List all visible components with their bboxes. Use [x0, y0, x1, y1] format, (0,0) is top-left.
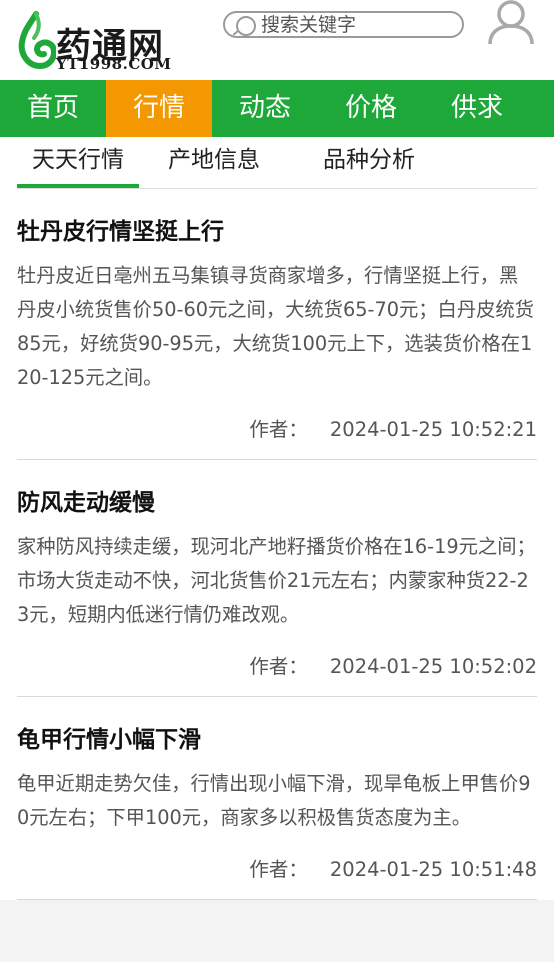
article-meta: 作者： 2024-01-25 10:52:02: [17, 638, 537, 696]
search-box[interactable]: [223, 11, 464, 38]
article-time: 2024-01-25 10:52:02: [329, 655, 537, 678]
nav-item-news[interactable]: 动态: [212, 80, 318, 137]
article-item[interactable]: 牡丹皮行情坚挺上行 牡丹皮近日亳州五马集镇寻货商家增多，行情坚挺上行，黑丹皮小统…: [17, 189, 537, 460]
article-time: 2024-01-25 10:52:21: [329, 418, 537, 441]
logo-domain: YT1998.COM: [56, 55, 172, 73]
main-nav: 首页 行情 动态 价格 供求: [0, 80, 554, 137]
author-label: 作者：: [249, 655, 308, 678]
article-item[interactable]: 龟甲行情小幅下滑 龟甲近期走势欠佳，行情出现小幅下滑，现旱龟板上甲售价90元左右…: [17, 697, 537, 900]
nav-item-home[interactable]: 首页: [0, 80, 106, 137]
article-title[interactable]: 牡丹皮行情坚挺上行: [17, 189, 537, 247]
nav-item-price[interactable]: 价格: [318, 80, 424, 137]
article-summary: 牡丹皮近日亳州五马集镇寻货商家增多，行情坚挺上行，黑丹皮小统货售价50-60元之…: [17, 264, 534, 389]
leaf-logo-icon: [18, 11, 56, 70]
search-input[interactable]: [261, 13, 457, 36]
site-logo[interactable]: 药通网 YT1998.COM: [14, 8, 189, 74]
nav-item-supply[interactable]: 供求: [424, 80, 530, 137]
article-summary: 家种防风持续走缓，现河北产地籽播货价格在16-19元之间；市场大货走动不快，河北…: [17, 535, 536, 626]
sub-tabs: 天天行情 产地信息 品种分析: [17, 137, 537, 189]
author-label: 作者：: [249, 418, 308, 441]
article-title[interactable]: 防风走动缓慢: [17, 460, 537, 518]
main-content: 天天行情 产地信息 品种分析 牡丹皮行情坚挺上行 牡丹皮近日亳州五马集镇寻货商家…: [0, 137, 554, 900]
author-label: 作者：: [249, 858, 308, 881]
article-title[interactable]: 龟甲行情小幅下滑: [17, 697, 537, 755]
tab-daily-market[interactable]: 天天行情: [17, 137, 139, 188]
user-icon[interactable]: [485, 0, 537, 46]
article-meta: 作者： 2024-01-25 10:51:48: [17, 841, 537, 899]
article-summary: 龟甲近期走势欠佳，行情出现小幅下滑，现旱龟板上甲售价90元左右；下甲100元，商…: [17, 772, 531, 829]
tab-origin-info[interactable]: 产地信息: [139, 137, 289, 188]
article-meta: 作者： 2024-01-25 10:52:21: [17, 401, 537, 459]
article-time: 2024-01-25 10:51:48: [329, 858, 537, 881]
nav-item-market[interactable]: 行情: [106, 80, 212, 137]
page-bottom: [0, 900, 554, 962]
header: 药通网 YT1998.COM: [0, 0, 554, 80]
article-item[interactable]: 防风走动缓慢 家种防风持续走缓，现河北产地籽播货价格在16-19元之间；市场大货…: [17, 460, 537, 697]
search-icon: [233, 16, 256, 36]
tab-variety-analysis[interactable]: 品种分析: [289, 137, 449, 188]
